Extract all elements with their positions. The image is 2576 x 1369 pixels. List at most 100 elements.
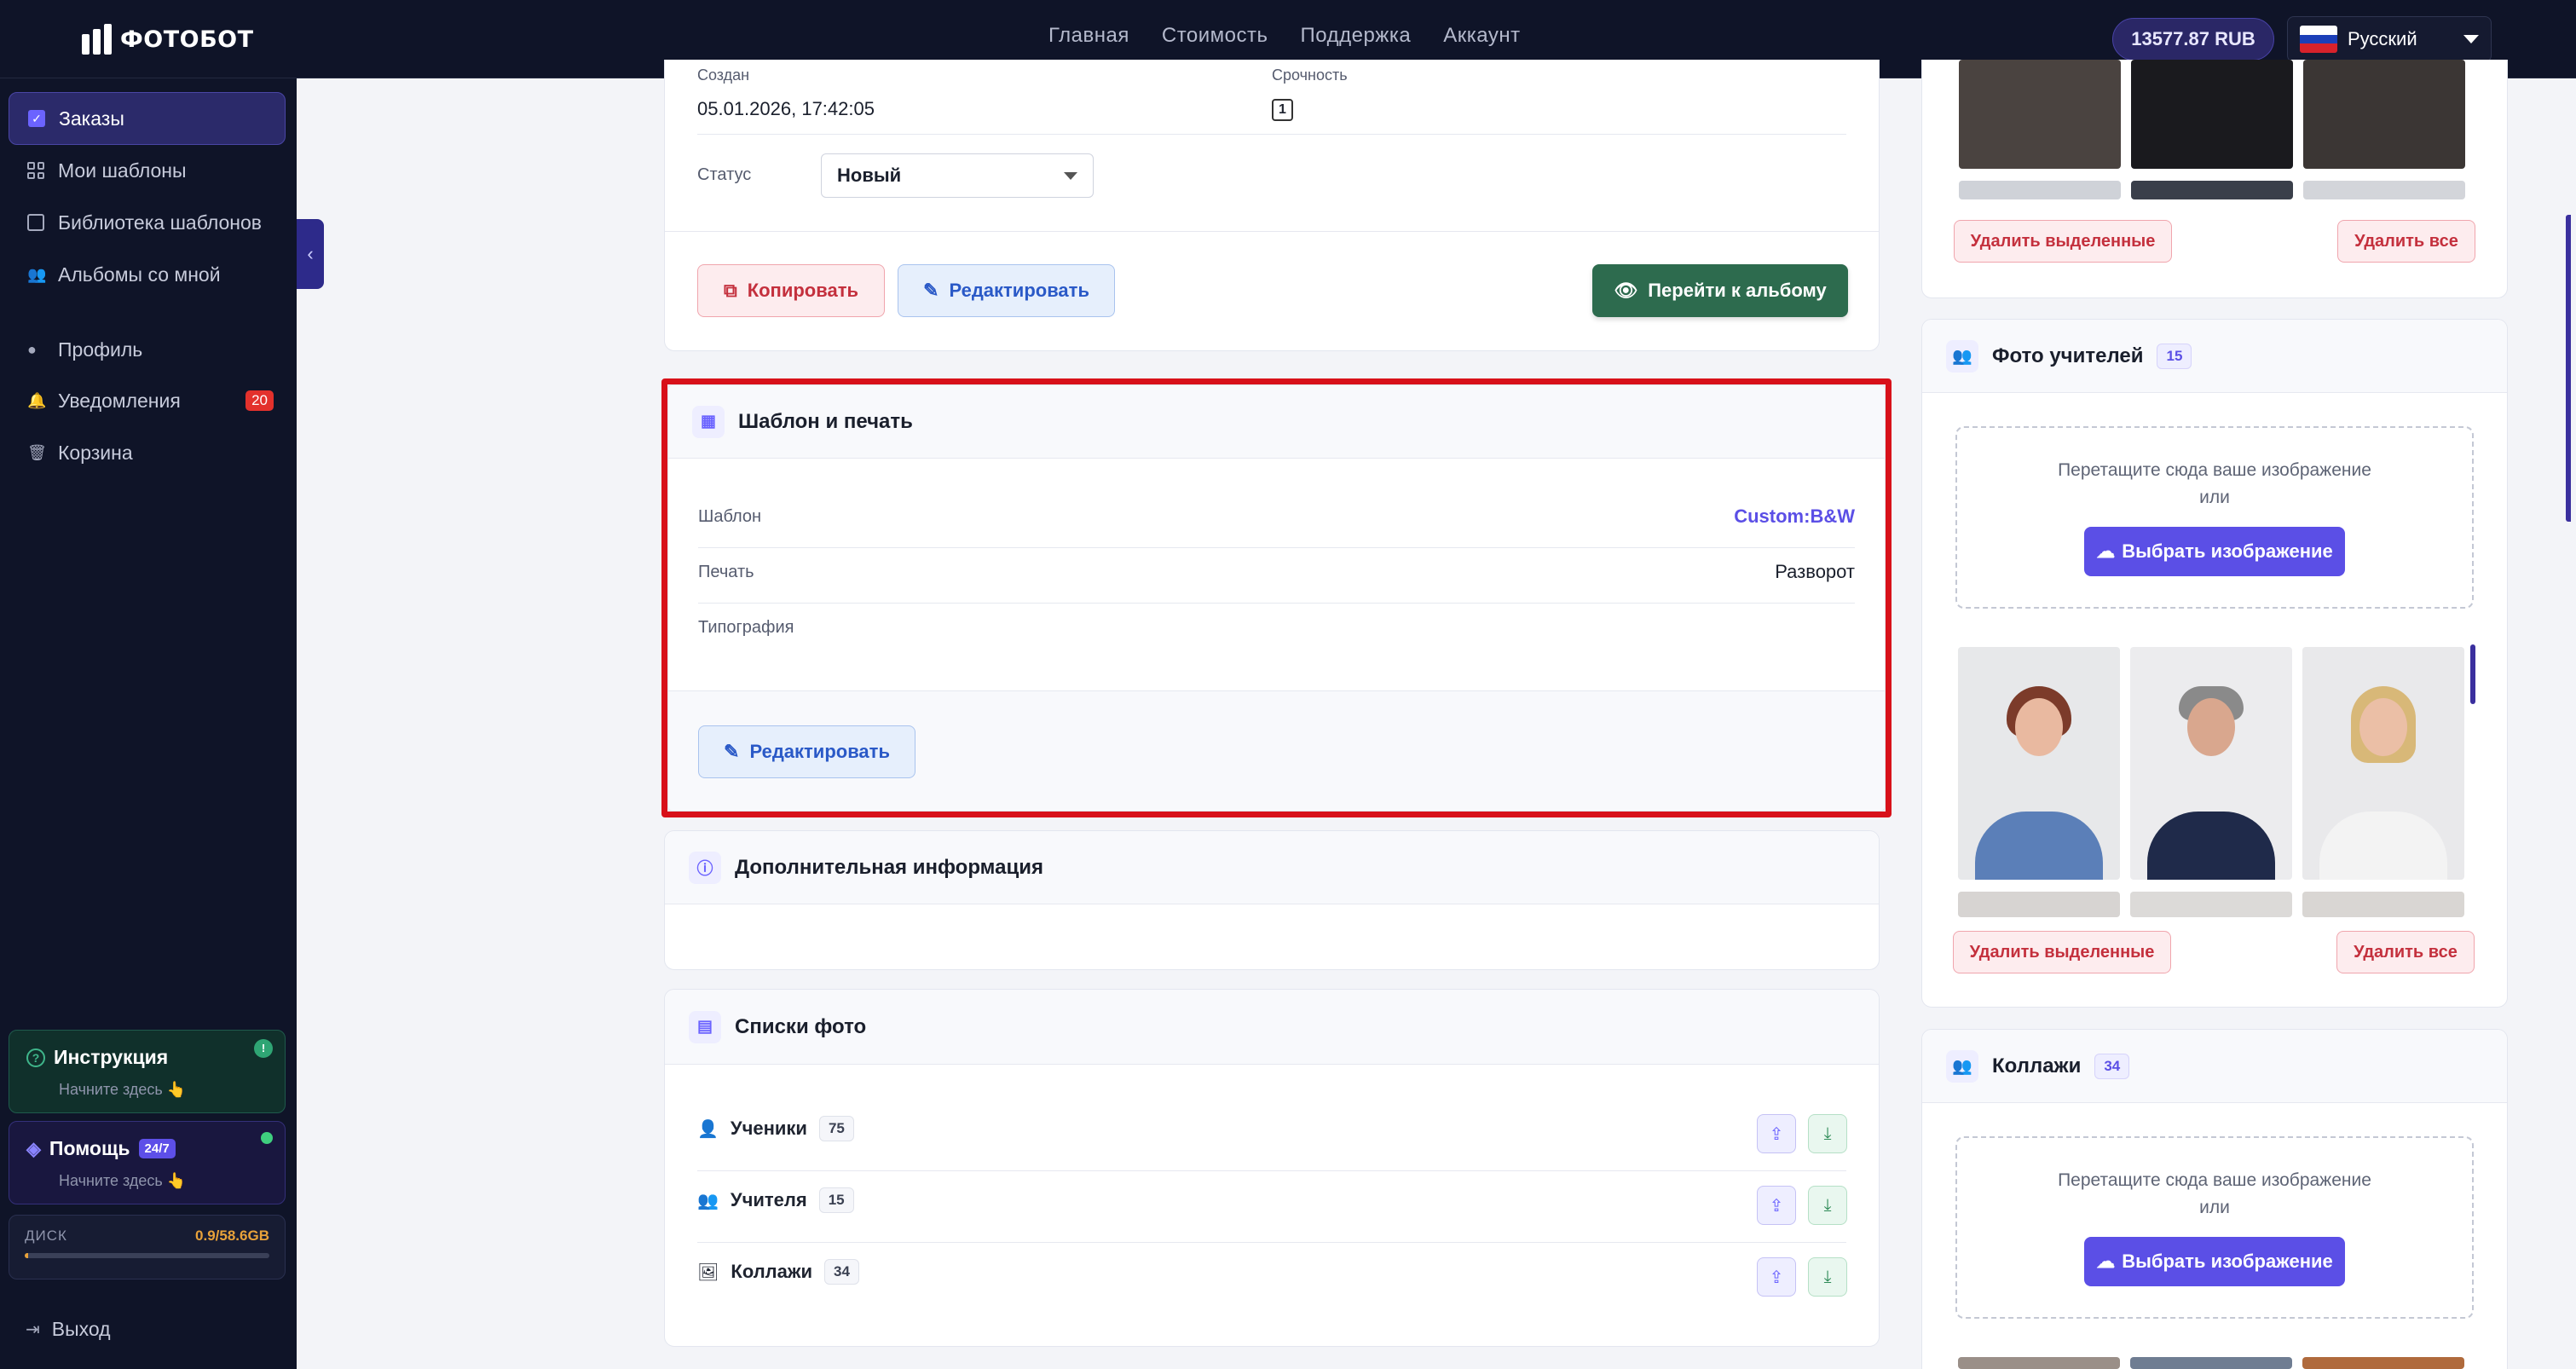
sidebar-item-cart[interactable]: 🗑 Корзина	[9, 426, 286, 479]
students-label: Ученики	[730, 1118, 807, 1139]
bell-icon: 🔔	[27, 392, 47, 409]
user-icon: 👤	[697, 1119, 719, 1139]
teachers-scrollbar[interactable]	[2470, 644, 2475, 704]
drop-text: Перетащите сюда ваше изображение	[2058, 1170, 2371, 1190]
chevron-down-icon	[2463, 35, 2479, 43]
upload-teachers-button[interactable]: ⇪	[1757, 1186, 1796, 1225]
collage-photo[interactable]	[1958, 1357, 2120, 1369]
teachers-photos-count: 15	[2157, 343, 2192, 369]
teacher-photo[interactable]	[1958, 647, 2120, 880]
edit-order-button[interactable]: ✎ Редактировать	[898, 264, 1115, 317]
student-photo[interactable]	[2303, 181, 2465, 199]
choose-image-label: Выбрать изображение	[2122, 540, 2333, 562]
teacher-photo[interactable]	[2302, 647, 2464, 880]
teacher-photo[interactable]	[2130, 892, 2292, 917]
student-photo[interactable]	[2131, 60, 2293, 169]
instruction-card[interactable]: ? Инструкция Начните здесь 👆 !	[9, 1030, 286, 1113]
sidebar-item-profile[interactable]: ● Профиль	[9, 323, 286, 376]
upload-collages-button[interactable]: ⇪	[1757, 1257, 1796, 1297]
instruction-subtitle: Начните здесь 👆	[59, 1081, 187, 1098]
teacher-photo[interactable]	[2302, 892, 2464, 917]
urgency-value: 1	[1272, 99, 1293, 121]
copy-button[interactable]: ⧉ Копировать	[697, 264, 885, 317]
collage-photo[interactable]	[2130, 1357, 2292, 1369]
sidebar-item-label: Библиотека шаблонов	[58, 211, 263, 234]
photo-lists-header: ▤ Списки фото	[665, 990, 1879, 1065]
logout-link[interactable]: ⇥ Выход	[26, 1318, 111, 1341]
logo[interactable]: ФОТОБОТ	[82, 22, 254, 56]
upload-icon: ⇪	[1769, 1196, 1784, 1216]
upload-cloud-icon: ☁	[2096, 1251, 2116, 1272]
logout-icon: ⇥	[26, 1320, 40, 1339]
eye-icon: 👁	[1614, 280, 1638, 301]
sidebar-item-label: Мои шаблоны	[58, 159, 187, 182]
nav-pricing[interactable]: Стоимость	[1162, 24, 1268, 48]
delete-all-button[interactable]: Удалить все	[2337, 220, 2475, 263]
logo-text: ФОТОБОТ	[120, 26, 254, 53]
nav-support[interactable]: Поддержка	[1301, 24, 1412, 48]
main-nav: Главная Стоимость Поддержка Аккаунт	[1048, 24, 1521, 48]
page-scrollbar[interactable]	[2566, 215, 2571, 522]
sidebar-item-orders[interactable]: ✓ Заказы	[9, 92, 286, 145]
sidebar: ✓ Заказы Мои шаблоны Библиотека шаблонов…	[0, 78, 297, 1369]
instruction-title: Инструкция	[54, 1046, 169, 1068]
balance-badge[interactable]: 13577.87 RUB	[2112, 18, 2274, 61]
logo-icon	[82, 24, 112, 55]
chevron-down-icon	[1064, 171, 1077, 180]
sidebar-item-shared-albums[interactable]: 👥 Альбомы со мной	[9, 248, 286, 301]
urgency-label: Срочность	[1272, 66, 1348, 84]
collage-photo[interactable]	[2302, 1357, 2464, 1369]
sidebar-item-label: Альбомы со мной	[58, 263, 221, 286]
delete-selected-button[interactable]: Удалить выделенные	[1954, 220, 2172, 263]
instruction-alert-badge: !	[254, 1039, 273, 1058]
edit-icon: ✎	[923, 280, 939, 301]
sidebar-item-notifications[interactable]: 🔔 Уведомления 20	[9, 374, 286, 427]
teachers-photos-header: 👥 Фото учителей 15	[1922, 320, 2507, 393]
extra-info-title: Дополнительная информация	[735, 855, 1043, 879]
collages-header: 👥 Коллажи 34	[1922, 1030, 2507, 1103]
users-icon: 👥	[1946, 339, 1978, 373]
student-photo[interactable]	[1959, 181, 2121, 199]
go-to-album-button[interactable]: 👁 Перейти к альбому	[1592, 264, 1848, 317]
delete-all-button[interactable]: Удалить все	[2336, 931, 2475, 973]
upload-students-button[interactable]: ⇪	[1757, 1114, 1796, 1153]
sidebar-collapse-button[interactable]: ‹	[297, 219, 324, 289]
teacher-photo[interactable]	[1958, 892, 2120, 917]
checkbox-icon: ✓	[28, 110, 45, 127]
collages-photos-count: 34	[2094, 1053, 2130, 1079]
sidebar-item-my-templates[interactable]: Мои шаблоны	[9, 144, 286, 197]
teacher-photo[interactable]	[2130, 647, 2292, 880]
students-photos-panel: Удалить выделенные Удалить все	[1921, 60, 2508, 298]
teachers-dropzone[interactable]: Перетащите сюда ваше изображение или ☁ Вы…	[1955, 426, 2474, 609]
delete-selected-button[interactable]: Удалить выделенные	[1953, 931, 2171, 973]
status-select[interactable]: Новый	[821, 153, 1094, 198]
choose-image-button[interactable]: ☁ Выбрать изображение	[2084, 1237, 2345, 1286]
grid-icon	[27, 162, 44, 179]
sidebar-item-label: Корзина	[58, 441, 133, 464]
disk-progress-fill	[25, 1253, 29, 1258]
logout-label: Выход	[51, 1318, 111, 1340]
download-students-button[interactable]: ⤓	[1808, 1114, 1847, 1153]
download-teachers-button[interactable]: ⤓	[1808, 1186, 1847, 1225]
download-collages-button[interactable]: ⤓	[1808, 1257, 1847, 1297]
info-icon: ⓘ	[689, 851, 721, 884]
copy-button-label: Копировать	[747, 280, 859, 301]
download-icon: ⤓	[1823, 1195, 1832, 1215]
upload-cloud-icon: ☁	[2096, 540, 2116, 562]
disk-progress-bar	[25, 1253, 269, 1258]
notifications-count-badge: 20	[245, 390, 274, 411]
disk-value: 0.9/58.6GB	[195, 1227, 269, 1244]
students-count: 75	[818, 1116, 854, 1141]
language-select[interactable]: Русский	[2287, 16, 2492, 62]
nav-account[interactable]: Аккаунт	[1443, 24, 1520, 48]
student-photo[interactable]	[1959, 60, 2121, 169]
collages-dropzone[interactable]: Перетащите сюда ваше изображение или ☁ Вы…	[1955, 1136, 2474, 1319]
student-photo[interactable]	[2303, 60, 2465, 169]
sidebar-item-template-library[interactable]: Библиотека шаблонов	[9, 196, 286, 249]
choose-image-button[interactable]: ☁ Выбрать изображение	[2084, 527, 2345, 576]
user-icon: ●	[27, 341, 37, 358]
help-card[interactable]: ◈ Помощь 24/7 Начните здесь 👆	[9, 1121, 286, 1204]
nav-home[interactable]: Главная	[1048, 24, 1129, 48]
student-photo[interactable]	[2131, 181, 2293, 199]
help-title: Помощь	[49, 1137, 130, 1159]
